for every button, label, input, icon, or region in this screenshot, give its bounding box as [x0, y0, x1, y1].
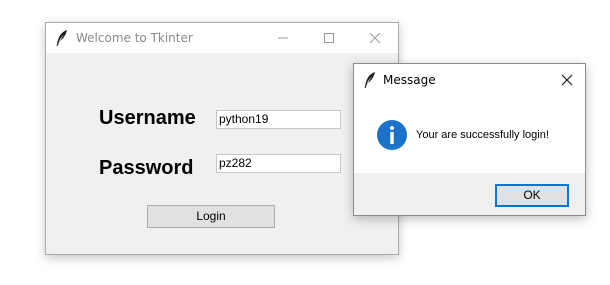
desktop: Welcome to Tkinter Username python19 Pas…	[0, 0, 610, 285]
close-icon	[369, 32, 381, 44]
main-titlebar[interactable]: Welcome to Tkinter	[46, 23, 398, 53]
password-input[interactable]: pz282	[216, 154, 341, 173]
main-window: Welcome to Tkinter Username python19 Pas…	[45, 22, 399, 255]
maximize-button[interactable]	[306, 23, 352, 53]
login-button[interactable]: Login	[147, 205, 275, 228]
ok-button[interactable]: OK	[495, 184, 569, 207]
username-label: Username	[99, 107, 196, 129]
close-button[interactable]	[352, 23, 398, 53]
minimize-icon	[278, 37, 288, 39]
password-label: Password	[99, 157, 194, 179]
message-close-button[interactable]	[557, 70, 577, 90]
feather-icon	[55, 29, 69, 47]
minimize-button[interactable]	[260, 23, 306, 53]
close-icon	[561, 74, 573, 86]
main-window-title: Welcome to Tkinter	[76, 31, 193, 45]
info-icon	[376, 119, 408, 151]
message-title: Message	[383, 73, 436, 87]
maximize-icon	[324, 33, 334, 43]
message-dialog: Message Your are successfully login! OK	[353, 63, 586, 216]
message-footer: OK	[354, 173, 585, 215]
message-titlebar[interactable]: Message	[354, 64, 585, 96]
feather-icon	[363, 71, 377, 89]
message-text: Your are successfully login!	[416, 129, 549, 141]
username-input[interactable]: python19	[216, 110, 341, 129]
